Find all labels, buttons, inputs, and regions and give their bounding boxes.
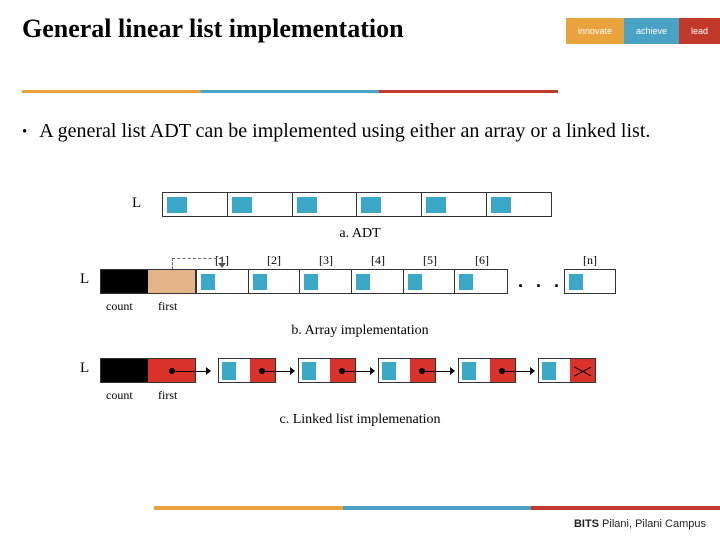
- linked-header-box: [100, 358, 196, 383]
- slide-header: General linear list implementation innov…: [0, 0, 720, 64]
- brand-tabs: innovate achieve lead: [566, 18, 720, 44]
- adt-container: [162, 192, 552, 217]
- idx-5: [5]: [404, 253, 456, 268]
- adt-caption: a. ADT: [80, 226, 640, 242]
- array-header-first: [148, 270, 195, 293]
- linked-count-label: count: [106, 388, 133, 403]
- array-count-label: count: [106, 299, 133, 314]
- tab-achieve: achieve: [624, 18, 679, 44]
- linked-node-3: [378, 358, 436, 383]
- array-L-label: L: [80, 271, 89, 288]
- array-ellipsis: . . .: [518, 271, 563, 292]
- array-header-box: [100, 269, 196, 294]
- array-cell-n: [564, 269, 616, 294]
- array-row: [1] [2] [3] [4] [5] [6] [n] L . . . coun…: [80, 253, 640, 348]
- linked-L-label: L: [80, 360, 89, 377]
- slide-title: General linear list implementation: [22, 14, 404, 44]
- linked-row: L count first: [80, 352, 640, 447]
- diagram-figure: L a. ADT [1] [2] [3] [4] [5] [6] [n] L: [80, 192, 640, 447]
- array-cells: [196, 269, 508, 294]
- idx-n: [n]: [564, 253, 616, 268]
- idx-3: [3]: [300, 253, 352, 268]
- linked-node-4: [458, 358, 516, 383]
- linked-node-2: [298, 358, 356, 383]
- footer-rule: [154, 506, 720, 510]
- bullet-text: A general list ADT can be implemented us…: [39, 118, 650, 145]
- null-pointer-icon: [570, 359, 595, 382]
- first-arrow-seg: [172, 258, 222, 259]
- first-arrow-seg: [172, 258, 173, 269]
- bullet-marker: •: [22, 124, 27, 145]
- linked-node-5: [538, 358, 596, 383]
- linked-caption: c. Linked list implemenation: [80, 412, 640, 428]
- linked-first-label: first: [158, 388, 177, 403]
- idx-4: [4]: [352, 253, 404, 268]
- array-header-count: [101, 270, 148, 293]
- adt-L-label: L: [132, 195, 141, 212]
- idx-2: [2]: [248, 253, 300, 268]
- linked-header-count: [101, 359, 148, 382]
- footer-rest: Pilani, Pilani Campus: [599, 518, 706, 530]
- idx-6: [6]: [456, 253, 508, 268]
- array-indices: [1] [2] [3] [4] [5] [6]: [196, 253, 508, 268]
- footer-brand: BITS: [574, 518, 599, 530]
- bullet-item: • A general list ADT can be implemented …: [22, 118, 692, 145]
- linked-node-1: [218, 358, 276, 383]
- linked-header-first: [148, 359, 195, 382]
- footer-text: BITS Pilani, Pilani Campus: [574, 518, 706, 530]
- tab-lead: lead: [679, 18, 720, 44]
- adt-row: L a. ADT: [80, 192, 640, 247]
- array-first-label: first: [158, 299, 177, 314]
- array-caption: b. Array implementation: [80, 323, 640, 339]
- title-underline: [22, 90, 558, 93]
- tab-innovate: innovate: [566, 18, 624, 44]
- first-arrow-head-icon: [218, 263, 226, 268]
